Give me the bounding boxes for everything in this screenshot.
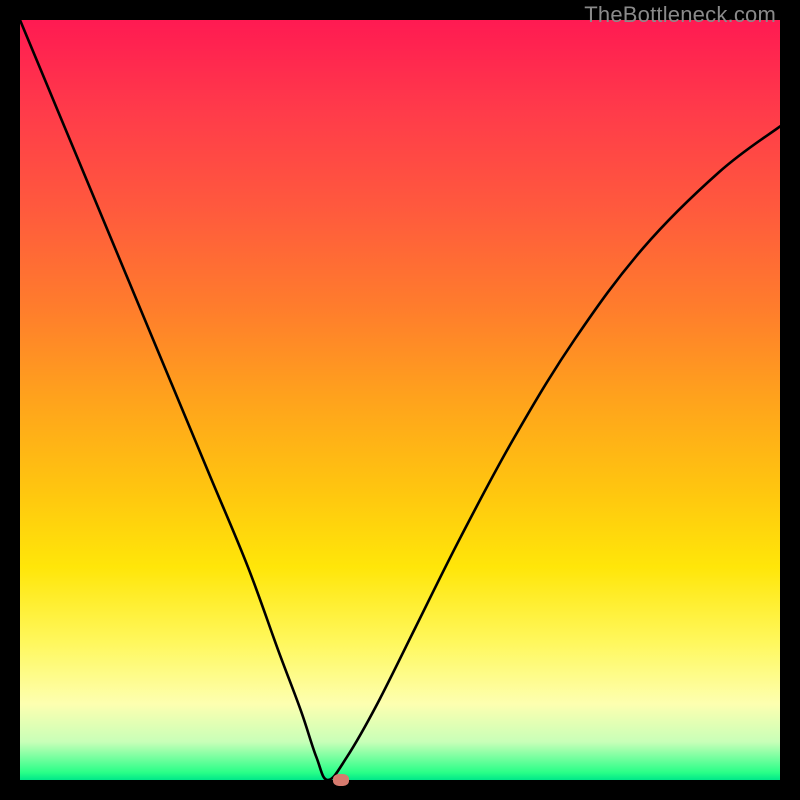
bottleneck-curve [20,20,780,780]
plot-area [20,20,780,780]
watermark-text: TheBottleneck.com [584,2,776,28]
optimum-marker [333,774,349,786]
chart-frame: TheBottleneck.com [0,0,800,800]
